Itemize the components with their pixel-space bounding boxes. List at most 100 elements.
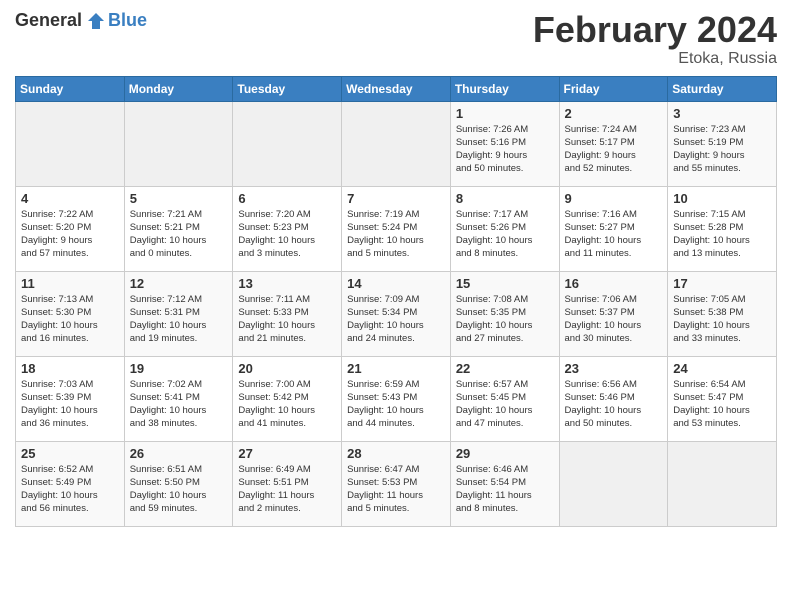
day-number: 22 [456, 361, 554, 376]
logo-general: General [15, 10, 82, 31]
calendar-cell: 21Sunrise: 6:59 AM Sunset: 5:43 PM Dayli… [342, 356, 451, 441]
location-subtitle: Etoka, Russia [533, 50, 777, 68]
header-row: SundayMondayTuesdayWednesdayThursdayFrid… [16, 76, 777, 101]
day-number: 19 [130, 361, 228, 376]
calendar-cell [559, 441, 668, 526]
calendar-cell: 29 Sunrise: 6:46 AM Sunset: 5:54 PM Dayli… [450, 441, 559, 526]
calendar-cell: 16 Sunrise: 7:06 AM Sunset: 5:37 PM Dayli… [559, 271, 668, 356]
calendar-cell: 25 Sunrise: 6:52 AM Sunset: 5:49 PM Dayli… [16, 441, 125, 526]
day-number: 5 [130, 191, 228, 206]
calendar-cell: 24 Sunrise: 6:54 AM Sunset: 5:47 PM Dayli… [668, 356, 777, 441]
day-info: Sunrise: 7:00 AM Sunset: 5:42 PM Dayligh… [238, 378, 336, 431]
day-number: 12 [130, 276, 228, 291]
day-header-saturday: Saturday [668, 76, 777, 101]
day-info: Sunrise: 6:54 AM Sunset: 5:47 PM Dayligh… [673, 378, 771, 431]
calendar-cell: 18 Sunrise: 7:03 AM Sunset: 5:39 PM Dayli… [16, 356, 125, 441]
day-info: Sunrise: 7:11 AM Sunset: 5:33 PM Dayligh… [238, 293, 336, 346]
day-info: Sunrise: 6:59 AM Sunset: 5:43 PM Dayligh… [347, 378, 445, 431]
day-info: Sunrise: 7:09 AM Sunset: 5:34 PM Dayligh… [347, 293, 445, 346]
day-header-thursday: Thursday [450, 76, 559, 101]
day-info: Sunrise: 7:15 AM Sunset: 5:28 PM Dayligh… [673, 208, 771, 261]
title-area: February 2024 Etoka, Russia [533, 10, 777, 68]
day-info: Sunrise: 7:08 AM Sunset: 5:35 PM Dayligh… [456, 293, 554, 346]
day-info: Sunrise: 7:03 AM Sunset: 5:39 PM Dayligh… [21, 378, 119, 431]
day-number: 16 [565, 276, 663, 291]
day-number: 25 [21, 446, 119, 461]
calendar-body: 1 Sunrise: 7:26 AM Sunset: 5:16 PM Daylig… [16, 101, 777, 526]
calendar-cell: 26 Sunrise: 6:51 AM Sunset: 5:50 PM Dayli… [124, 441, 233, 526]
day-number: 20 [238, 361, 336, 376]
calendar-cell: 17Sunrise: 7:05 AM Sunset: 5:38 PM Dayli… [668, 271, 777, 356]
day-number: 3 [673, 106, 771, 121]
day-info: Sunrise: 7:26 AM Sunset: 5:16 PM Dayligh… [456, 123, 554, 176]
day-number: 15 [456, 276, 554, 291]
day-number: 18 [21, 361, 119, 376]
day-info: Sunrise: 7:06 AM Sunset: 5:37 PM Dayligh… [565, 293, 663, 346]
day-info: Sunrise: 7:02 AM Sunset: 5:41 PM Dayligh… [130, 378, 228, 431]
day-number: 13 [238, 276, 336, 291]
day-number: 29 [456, 446, 554, 461]
day-header-monday: Monday [124, 76, 233, 101]
week-row-4: 18 Sunrise: 7:03 AM Sunset: 5:39 PM Dayli… [16, 356, 777, 441]
page-header: General Blue February 2024 Etoka, Russia [15, 10, 777, 68]
logo-icon [86, 11, 106, 31]
month-year-title: February 2024 [533, 10, 777, 50]
day-info: Sunrise: 6:56 AM Sunset: 5:46 PM Dayligh… [565, 378, 663, 431]
day-number: 24 [673, 361, 771, 376]
calendar-cell [233, 101, 342, 186]
day-info: Sunrise: 7:22 AM Sunset: 5:20 PM Dayligh… [21, 208, 119, 261]
day-number: 9 [565, 191, 663, 206]
day-info: Sunrise: 7:17 AM Sunset: 5:26 PM Dayligh… [456, 208, 554, 261]
day-number: 23 [565, 361, 663, 376]
day-info: Sunrise: 7:23 AM Sunset: 5:19 PM Dayligh… [673, 123, 771, 176]
day-info: Sunrise: 6:52 AM Sunset: 5:49 PM Dayligh… [21, 463, 119, 516]
calendar-cell: 4Sunrise: 7:22 AM Sunset: 5:20 PM Daylig… [16, 186, 125, 271]
week-row-1: 1 Sunrise: 7:26 AM Sunset: 5:16 PM Daylig… [16, 101, 777, 186]
day-number: 28 [347, 446, 445, 461]
day-header-wednesday: Wednesday [342, 76, 451, 101]
day-number: 1 [456, 106, 554, 121]
day-number: 8 [456, 191, 554, 206]
day-header-sunday: Sunday [16, 76, 125, 101]
calendar-cell: 7 Sunrise: 7:19 AM Sunset: 5:24 PM Daylig… [342, 186, 451, 271]
calendar-cell: 12 Sunrise: 7:12 AM Sunset: 5:31 PM Dayli… [124, 271, 233, 356]
calendar-cell [342, 101, 451, 186]
logo: General Blue [15, 10, 147, 31]
day-number: 26 [130, 446, 228, 461]
week-row-5: 25 Sunrise: 6:52 AM Sunset: 5:49 PM Dayli… [16, 441, 777, 526]
day-info: Sunrise: 6:46 AM Sunset: 5:54 PM Dayligh… [456, 463, 554, 516]
day-info: Sunrise: 7:20 AM Sunset: 5:23 PM Dayligh… [238, 208, 336, 261]
calendar-header: SundayMondayTuesdayWednesdayThursdayFrid… [16, 76, 777, 101]
calendar-cell: 1 Sunrise: 7:26 AM Sunset: 5:16 PM Daylig… [450, 101, 559, 186]
day-info: Sunrise: 7:16 AM Sunset: 5:27 PM Dayligh… [565, 208, 663, 261]
day-info: Sunrise: 6:47 AM Sunset: 5:53 PM Dayligh… [347, 463, 445, 516]
calendar-cell: 13 Sunrise: 7:11 AM Sunset: 5:33 PM Dayli… [233, 271, 342, 356]
logo-blue: Blue [108, 10, 147, 31]
week-row-3: 11Sunrise: 7:13 AM Sunset: 5:30 PM Dayli… [16, 271, 777, 356]
day-number: 14 [347, 276, 445, 291]
day-info: Sunrise: 7:21 AM Sunset: 5:21 PM Dayligh… [130, 208, 228, 261]
day-number: 11 [21, 276, 119, 291]
calendar-cell [16, 101, 125, 186]
day-number: 17 [673, 276, 771, 291]
day-number: 6 [238, 191, 336, 206]
calendar-cell: 10Sunrise: 7:15 AM Sunset: 5:28 PM Dayli… [668, 186, 777, 271]
day-number: 7 [347, 191, 445, 206]
calendar-cell: 8 Sunrise: 7:17 AM Sunset: 5:26 PM Daylig… [450, 186, 559, 271]
day-info: Sunrise: 6:49 AM Sunset: 5:51 PM Dayligh… [238, 463, 336, 516]
week-row-2: 4Sunrise: 7:22 AM Sunset: 5:20 PM Daylig… [16, 186, 777, 271]
calendar-cell: 3 Sunrise: 7:23 AM Sunset: 5:19 PM Daylig… [668, 101, 777, 186]
day-header-friday: Friday [559, 76, 668, 101]
calendar-cell: 22Sunrise: 6:57 AM Sunset: 5:45 PM Dayli… [450, 356, 559, 441]
calendar-cell: 20 Sunrise: 7:00 AM Sunset: 5:42 PM Dayli… [233, 356, 342, 441]
day-number: 2 [565, 106, 663, 121]
day-info: Sunrise: 7:12 AM Sunset: 5:31 PM Dayligh… [130, 293, 228, 346]
calendar-cell: 14 Sunrise: 7:09 AM Sunset: 5:34 PM Dayli… [342, 271, 451, 356]
day-info: Sunrise: 7:19 AM Sunset: 5:24 PM Dayligh… [347, 208, 445, 261]
calendar-cell [668, 441, 777, 526]
day-info: Sunrise: 6:51 AM Sunset: 5:50 PM Dayligh… [130, 463, 228, 516]
calendar-cell: 23 Sunrise: 6:56 AM Sunset: 5:46 PM Dayli… [559, 356, 668, 441]
calendar-cell: 27Sunrise: 6:49 AM Sunset: 5:51 PM Dayli… [233, 441, 342, 526]
day-info: Sunrise: 7:24 AM Sunset: 5:17 PM Dayligh… [565, 123, 663, 176]
calendar-table: SundayMondayTuesdayWednesdayThursdayFrid… [15, 76, 777, 527]
